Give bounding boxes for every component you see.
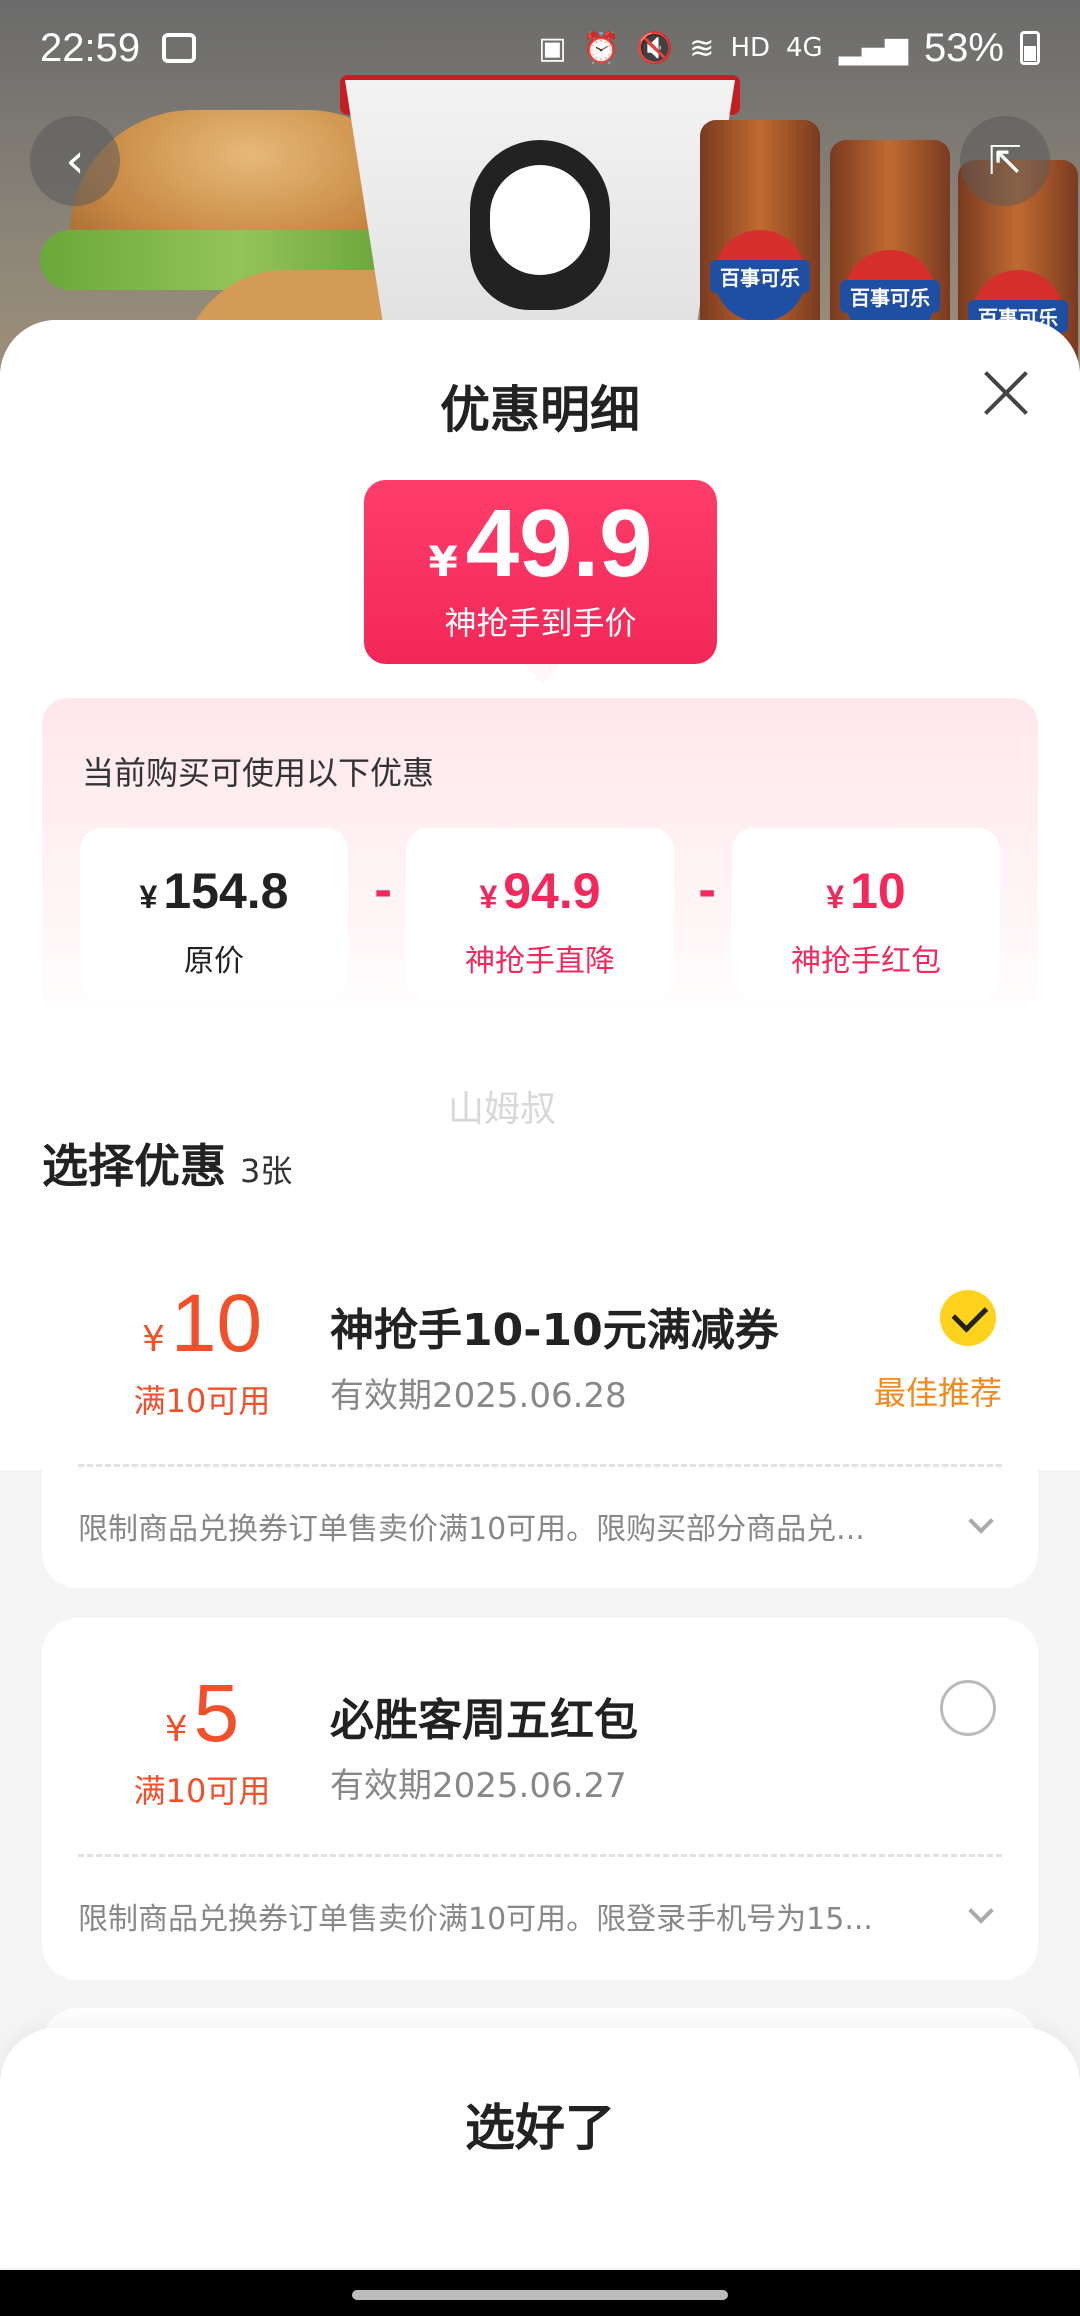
dashed-divider xyxy=(78,1464,1002,1467)
direct-discount-label: 神抢手直降 xyxy=(465,944,615,979)
coupon-name: 神抢手10-10元满减券 xyxy=(330,1305,779,1356)
home-indicator[interactable] xyxy=(352,2290,728,2300)
select-discount-header: 选择优惠 3张 xyxy=(42,1130,292,1196)
back-button[interactable]: ‹ xyxy=(30,116,120,206)
signal-icon: ▂▄▆ xyxy=(838,30,908,66)
coupon-condition: 满10可用 xyxy=(133,1772,271,1810)
coupon-validity: 有效期2025.06.28 xyxy=(330,1376,627,1416)
original-price-value: 154.8 xyxy=(163,863,289,919)
signal-4g-indicator: 4G xyxy=(786,33,823,63)
pepsi-can-label: 百事可乐 xyxy=(840,280,940,313)
minus-sign: - xyxy=(374,866,393,917)
coupon-validity: 有效期2025.06.27 xyxy=(330,1766,627,1806)
alarm-icon: ⏰ xyxy=(582,30,620,66)
wifi-icon: ≋ xyxy=(689,30,715,66)
coupon-amount: ¥10 xyxy=(141,1278,263,1369)
coupon-count: 3张 xyxy=(240,1152,293,1190)
status-time: 22:59 xyxy=(40,25,141,70)
mute-icon: 🔇 xyxy=(635,30,674,66)
chevron-down-icon[interactable] xyxy=(968,1898,994,1924)
red-packet-card: ¥10 神抢手红包 xyxy=(732,828,1000,1000)
direct-discount-card: ¥94.9 神抢手直降 xyxy=(406,828,674,1000)
checked-circle-icon[interactable] xyxy=(940,1290,996,1346)
share-button[interactable]: ⇱ xyxy=(960,116,1050,206)
breakdown-title: 当前购买可使用以下优惠 xyxy=(82,754,435,792)
final-price-box: ¥ 49.9 神抢手到手价 xyxy=(364,480,717,684)
battery-icon xyxy=(1020,31,1040,65)
confirm-button[interactable]: 选好了 xyxy=(0,2088,1080,2160)
watermark: 山姆叔 xyxy=(448,1089,557,1130)
coupon-description: 限制商品兑换券订单售卖价满10可用。限购买部分商品兑... xyxy=(78,1512,865,1547)
price-breakdown: 当前购买可使用以下优惠 ¥154.8 原价 - ¥94.9 神抢手直降 - ¥1… xyxy=(42,698,1038,1028)
battery-percent: 53% xyxy=(923,25,1004,70)
coupon-name: 必胜客周五红包 xyxy=(330,1695,638,1746)
system-navigation-bar xyxy=(0,2270,1080,2316)
chevron-left-icon: ‹ xyxy=(65,133,85,189)
close-icon[interactable] xyxy=(982,370,1028,416)
sheet-title: 优惠明细 xyxy=(440,381,640,439)
section-title: 选择优惠 xyxy=(42,1139,226,1193)
final-price-label: 神抢手到手价 xyxy=(444,604,637,642)
hd-indicator: HD xyxy=(730,33,771,63)
coupon-card[interactable]: ¥5 满10可用 必胜客周五红包 有效期2025.06.27 限制商品兑换券订单… xyxy=(42,1618,1038,1980)
chevron-down-icon[interactable] xyxy=(968,1508,994,1534)
red-packet-value: 10 xyxy=(850,863,906,919)
discount-detail-sheet: 优惠明细 ¥ 49.9 神抢手到手价 当前购买可使用以下优惠 ¥154.8 原价… xyxy=(0,320,1080,2270)
original-price-label: 原价 xyxy=(184,944,244,979)
direct-discount-value: 94.9 xyxy=(503,863,601,919)
nfc-icon: ▣ xyxy=(538,30,567,66)
pepsi-can-label: 百事可乐 xyxy=(710,260,810,293)
dashed-divider xyxy=(78,1854,1002,1857)
bottom-action-bar: 选好了 xyxy=(0,2028,1080,2268)
red-packet-label: 神抢手红包 xyxy=(791,944,941,979)
coupon-description: 限制商品兑换券订单售卖价满10可用。限登录手机号为15... xyxy=(78,1902,873,1937)
best-recommend-tag: 最佳推荐 xyxy=(873,1374,1002,1412)
gallery-notification-icon xyxy=(162,33,197,63)
coupon-amount: ¥5 xyxy=(164,1668,240,1759)
final-price-value: 49.9 xyxy=(465,490,653,597)
unchecked-circle-icon[interactable] xyxy=(940,1680,996,1736)
share-icon: ⇱ xyxy=(988,138,1022,184)
coupon-card[interactable]: ¥10 满10可用 神抢手10-10元满减券 有效期2025.06.28 最佳推… xyxy=(42,1228,1038,1588)
status-icons: ▣ ⏰ 🔇 ≋ HD 4G ▂▄▆ 53% xyxy=(538,26,1040,71)
status-bar: 22:59 ▣ ⏰ 🔇 ≋ HD 4G ▂▄▆ 53% xyxy=(0,0,1080,96)
coupon-condition: 满10可用 xyxy=(133,1382,271,1420)
minus-sign: - xyxy=(698,866,717,917)
original-price-card: ¥154.8 原价 xyxy=(80,828,348,1000)
currency-symbol: ¥ xyxy=(428,537,458,586)
